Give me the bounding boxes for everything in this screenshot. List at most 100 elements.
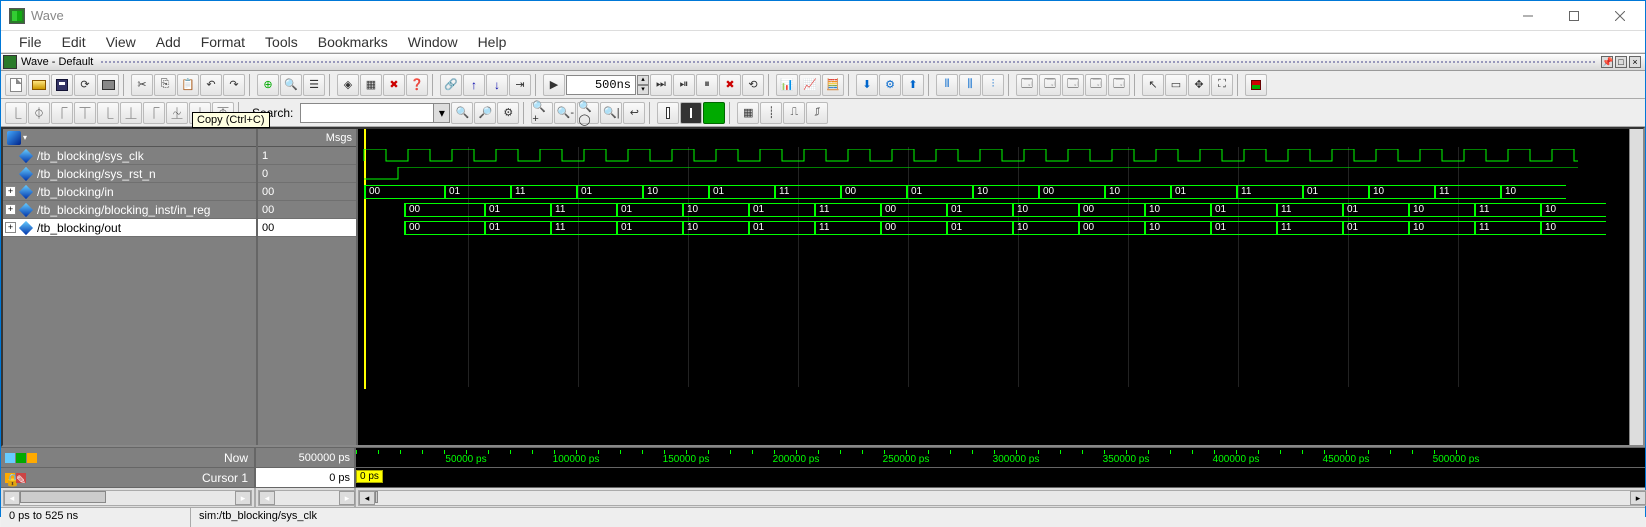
- cursor-mode3-button[interactable]: [703, 102, 725, 124]
- win1-button[interactable]: 🗔: [1016, 74, 1038, 96]
- run-step-button[interactable]: ⏯: [673, 74, 695, 96]
- edge-l2-button[interactable]: ⏀: [28, 102, 50, 124]
- layer-button[interactable]: ◈: [337, 74, 359, 96]
- search-combo[interactable]: ▾: [300, 103, 450, 123]
- vals-scroll-right[interactable]: ▸: [339, 491, 355, 505]
- edge-l7-button[interactable]: ⎾: [143, 102, 165, 124]
- step-button[interactable]: ⇥: [509, 74, 531, 96]
- save-button[interactable]: [51, 74, 73, 96]
- redo-button[interactable]: ↷: [223, 74, 245, 96]
- wave-scroll-thumb[interactable]: [375, 491, 378, 503]
- bars3-button[interactable]: ⫶: [982, 74, 1004, 96]
- names-scroll-thumb[interactable]: [20, 491, 106, 503]
- simstate-button[interactable]: [1245, 74, 1267, 96]
- down-button[interactable]: [486, 74, 508, 96]
- menu-file[interactable]: File: [9, 32, 52, 52]
- menu-edit[interactable]: Edit: [52, 32, 96, 52]
- find-options-button[interactable]: ☰: [303, 74, 325, 96]
- bp-up-button[interactable]: ⬆: [902, 74, 924, 96]
- maximize-button[interactable]: [1551, 1, 1597, 31]
- pan-button[interactable]: ✥: [1188, 74, 1210, 96]
- pane-max-button[interactable]: □: [1615, 56, 1627, 68]
- delete-x-button[interactable]: ✖: [383, 74, 405, 96]
- cursor-lock-icon[interactable]: 🔒: [5, 473, 15, 483]
- help-button[interactable]: ❓: [406, 74, 428, 96]
- search-opt-button[interactable]: ⚙: [497, 102, 519, 124]
- link-button[interactable]: 🔗: [440, 74, 462, 96]
- bp-cfg-button[interactable]: ⚙: [879, 74, 901, 96]
- grid1-button[interactable]: ▦: [737, 102, 759, 124]
- signal-header[interactable]: ▾: [3, 129, 256, 147]
- menu-help[interactable]: Help: [468, 32, 517, 52]
- vals-scroll-left[interactable]: ◂: [259, 491, 275, 505]
- wave-scroll-right[interactable]: ▸: [1630, 491, 1646, 505]
- cursor-flag[interactable]: 0 ps: [356, 470, 383, 483]
- zoom-in-button[interactable]: 🔍+: [531, 102, 553, 124]
- print-button[interactable]: [97, 74, 119, 96]
- cursor-value[interactable]: 0 ps: [256, 468, 356, 487]
- zoom-cursor-button[interactable]: 🔍|: [600, 102, 622, 124]
- search-next-button[interactable]: 🔎: [474, 102, 496, 124]
- close-button[interactable]: [1597, 1, 1643, 31]
- wave3-button[interactable]: 🧮: [822, 74, 844, 96]
- edge-l8-button[interactable]: ⏈: [166, 102, 188, 124]
- find-button[interactable]: 🔍: [280, 74, 302, 96]
- paste-button[interactable]: 📋: [177, 74, 199, 96]
- pane-close-button[interactable]: ×: [1629, 56, 1641, 68]
- chevron-down-icon[interactable]: ▾: [433, 104, 449, 122]
- wave-scroll-left[interactable]: ◂: [359, 491, 375, 505]
- new-button[interactable]: [5, 74, 27, 96]
- add-button[interactable]: ⊕: [257, 74, 279, 96]
- minimize-button[interactable]: [1505, 1, 1551, 31]
- names-scroll-right[interactable]: ▸: [235, 491, 251, 505]
- win2-button[interactable]: 🗔: [1039, 74, 1061, 96]
- reload-button[interactable]: ⟳: [74, 74, 96, 96]
- signal-row[interactable]: +/tb_blocking/in: [3, 183, 256, 201]
- time-up[interactable]: ▴: [637, 75, 649, 85]
- wave2-button[interactable]: 📈: [799, 74, 821, 96]
- cursor-mode2-button[interactable]: [680, 102, 702, 124]
- signal-row[interactable]: +/tb_blocking/out: [3, 219, 256, 237]
- copy-button[interactable]: ⎘: [154, 74, 176, 96]
- edge-l5-button[interactable]: ⎿: [97, 102, 119, 124]
- cursor-label[interactable]: Cursor 1: [202, 471, 248, 485]
- time-dn[interactable]: ▾: [637, 85, 649, 95]
- open-button[interactable]: [28, 74, 50, 96]
- edge-l3-button[interactable]: ⎾: [51, 102, 73, 124]
- win4-button[interactable]: 🗔: [1085, 74, 1107, 96]
- run-all-button[interactable]: ⏭: [650, 74, 672, 96]
- pane-pin-button[interactable]: 📌: [1601, 56, 1613, 68]
- break-button[interactable]: ⏸: [696, 74, 718, 96]
- expand-icon[interactable]: +: [5, 222, 16, 233]
- mem-button[interactable]: ▦: [360, 74, 382, 96]
- wave1-button[interactable]: 📊: [776, 74, 798, 96]
- menu-view[interactable]: View: [96, 32, 146, 52]
- wave-toggle2-button[interactable]: ⎎: [806, 102, 828, 124]
- select-button[interactable]: ▭: [1165, 74, 1187, 96]
- run-time-input[interactable]: [566, 75, 636, 95]
- names-scroll-left[interactable]: ◂: [4, 491, 20, 505]
- edge-l4-button[interactable]: ⏉: [74, 102, 96, 124]
- win3-button[interactable]: 🗔: [1062, 74, 1084, 96]
- bars2-button[interactable]: ⫼: [959, 74, 981, 96]
- expand-icon[interactable]: +: [5, 186, 16, 197]
- menu-window[interactable]: Window: [398, 32, 468, 52]
- win5-button[interactable]: 🗔: [1108, 74, 1130, 96]
- waveform-canvas[interactable]: 0001110110011100011000100111011011100001…: [358, 129, 1629, 445]
- zoom-last-button[interactable]: ↩: [623, 102, 645, 124]
- undo-button[interactable]: ↶: [200, 74, 222, 96]
- expand-icon[interactable]: +: [5, 204, 16, 215]
- signal-row[interactable]: +/tb_blocking/blocking_inst/in_reg: [3, 201, 256, 219]
- zoom-full-button[interactable]: 🔍◯: [577, 102, 599, 124]
- cut-button[interactable]: ✂: [131, 74, 153, 96]
- vertical-scrollbar[interactable]: [1629, 129, 1643, 445]
- up-button[interactable]: [463, 74, 485, 96]
- bars1-button[interactable]: ⫴: [936, 74, 958, 96]
- bp-down-button[interactable]: ⬇: [856, 74, 878, 96]
- menu-tools[interactable]: Tools: [255, 32, 308, 52]
- signal-row[interactable]: /tb_blocking/sys_clk: [3, 147, 256, 165]
- menu-bookmarks[interactable]: Bookmarks: [308, 32, 398, 52]
- search-prev-button[interactable]: 🔍: [451, 102, 473, 124]
- restart-button[interactable]: ⟲: [742, 74, 764, 96]
- edge-l1-button[interactable]: ⎿: [5, 102, 27, 124]
